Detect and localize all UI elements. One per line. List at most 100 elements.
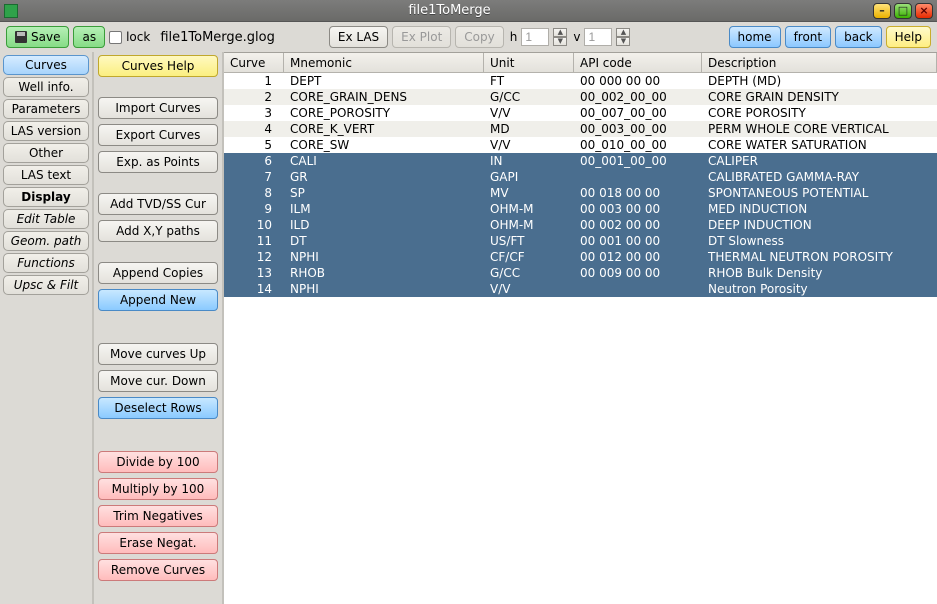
cell: NPHI [284, 249, 484, 265]
table-row[interactable]: 2CORE_GRAIN_DENSG/CC00_002_00_00CORE GRA… [224, 89, 937, 105]
nav-tab-edit-table[interactable]: Edit Table [3, 209, 89, 229]
cell: FT [484, 73, 574, 89]
h-up-button[interactable]: ▲ [553, 28, 567, 37]
cell: CORE_GRAIN_DENS [284, 89, 484, 105]
cell: 00 012 00 00 [574, 249, 702, 265]
table-row[interactable]: 1DEPTFT00 000 00 00DEPTH (MD) [224, 73, 937, 89]
move-down-button[interactable]: Move cur. Down [98, 370, 218, 392]
cell: DT [284, 233, 484, 249]
minimize-icon[interactable] [873, 3, 891, 19]
cell: SP [284, 185, 484, 201]
nav-tab-curves[interactable]: Curves [3, 55, 89, 75]
cell: US/FT [484, 233, 574, 249]
nav-tab-functions[interactable]: Functions [3, 253, 89, 273]
toolbar: Save as lock file1ToMerge.glog Ex LAS Ex… [0, 22, 937, 52]
table-body[interactable]: 1DEPTFT00 000 00 00DEPTH (MD)2CORE_GRAIN… [224, 73, 937, 604]
table-row[interactable]: 12NPHICF/CF00 012 00 00THERMAL NEUTRON P… [224, 249, 937, 265]
cell: 00 018 00 00 [574, 185, 702, 201]
cell: V/V [484, 105, 574, 121]
nav-tab-other[interactable]: Other [3, 143, 89, 163]
table-row[interactable]: 14NPHIV/VNeutron Porosity [224, 281, 937, 297]
table-row[interactable]: 13RHOBG/CC00 009 00 00RHOB Bulk Density [224, 265, 937, 281]
v-input[interactable] [584, 28, 612, 46]
save-button[interactable]: Save [6, 26, 69, 48]
h-down-button[interactable]: ▼ [553, 37, 567, 46]
export-curves-button[interactable]: Export Curves [98, 124, 218, 146]
deselect-rows-button[interactable]: Deselect Rows [98, 397, 218, 419]
close-icon[interactable] [915, 3, 933, 19]
front-button[interactable]: front [785, 26, 832, 48]
remove-curves-button[interactable]: Remove Curves [98, 559, 218, 581]
cell: ILM [284, 201, 484, 217]
titlebar: file1ToMerge [0, 0, 937, 22]
curves-table: Curve Mnemonic Unit API code Description… [224, 52, 937, 604]
add-xy-button[interactable]: Add X,Y paths [98, 220, 218, 242]
cell: PERM WHOLE CORE VERTICAL [702, 121, 937, 137]
maximize-icon[interactable] [894, 3, 912, 19]
cell: CALIPER [702, 153, 937, 169]
nav-tab-parameters[interactable]: Parameters [3, 99, 89, 119]
table-row[interactable]: 8SPMV00 018 00 00SPONTANEOUS POTENTIAL [224, 185, 937, 201]
lock-checkbox[interactable] [109, 31, 122, 44]
cell: 12 [224, 249, 284, 265]
table-row[interactable]: 5CORE_SWV/V00_010_00_00CORE WATER SATURA… [224, 137, 937, 153]
curves-help-button[interactable]: Curves Help [98, 55, 218, 77]
trim-negatives-button[interactable]: Trim Negatives [98, 505, 218, 527]
cell: MD [484, 121, 574, 137]
nav-tab-well-info-[interactable]: Well info. [3, 77, 89, 97]
cell: 11 [224, 233, 284, 249]
cell: OHM-M [484, 217, 574, 233]
ex-las-button[interactable]: Ex LAS [329, 26, 388, 48]
cell: 00 000 00 00 [574, 73, 702, 89]
cell: 14 [224, 281, 284, 297]
cell: CALIBRATED GAMMA-RAY [702, 169, 937, 185]
help-button[interactable]: Help [886, 26, 931, 48]
v-down-button[interactable]: ▼ [616, 37, 630, 46]
col-header-api[interactable]: API code [574, 53, 702, 72]
table-row[interactable]: 11DTUS/FT00 001 00 00DT Slowness [224, 233, 937, 249]
nav-tab-display[interactable]: Display [3, 187, 89, 207]
cell: 2 [224, 89, 284, 105]
col-header-unit[interactable]: Unit [484, 53, 574, 72]
import-curves-button[interactable]: Import Curves [98, 97, 218, 119]
table-row[interactable]: 3CORE_POROSITYV/V00_007_00_00CORE POROSI… [224, 105, 937, 121]
h-input[interactable] [521, 28, 549, 46]
cell: V/V [484, 281, 574, 297]
v-up-button[interactable]: ▲ [616, 28, 630, 37]
ex-plot-button: Ex Plot [392, 26, 451, 48]
move-up-button[interactable]: Move curves Up [98, 343, 218, 365]
home-button[interactable]: home [729, 26, 781, 48]
col-header-curve[interactable]: Curve [224, 53, 284, 72]
cell: 00 003 00 00 [574, 201, 702, 217]
nav-tab-geom-path[interactable]: Geom. path [3, 231, 89, 251]
lock-label: lock [126, 30, 150, 44]
main-area: CurvesWell info.ParametersLAS versionOth… [0, 52, 937, 604]
multiply-100-button[interactable]: Multiply by 100 [98, 478, 218, 500]
add-tvd-button[interactable]: Add TVD/SS Cur [98, 193, 218, 215]
table-row[interactable]: 10ILDOHM-M00 002 00 00DEEP INDUCTION [224, 217, 937, 233]
cell: 10 [224, 217, 284, 233]
col-header-mnemonic[interactable]: Mnemonic [284, 53, 484, 72]
save-as-button[interactable]: as [73, 26, 105, 48]
table-row[interactable]: 9ILMOHM-M00 003 00 00MED INDUCTION [224, 201, 937, 217]
cell: 4 [224, 121, 284, 137]
nav-tab-upsc-filt[interactable]: Upsc & Filt [3, 275, 89, 295]
table-row[interactable]: 6CALIIN00_001_00_00CALIPER [224, 153, 937, 169]
cell: 00_002_00_00 [574, 89, 702, 105]
copy-button: Copy [455, 26, 503, 48]
append-copies-button[interactable]: Append Copies [98, 262, 218, 284]
side-panel: Curves Help Import Curves Export Curves … [94, 52, 224, 604]
cell: 3 [224, 105, 284, 121]
erase-negatives-button[interactable]: Erase Negat. [98, 532, 218, 554]
nav-tab-las-text[interactable]: LAS text [3, 165, 89, 185]
table-row[interactable]: 4CORE_K_VERTMD00_003_00_00PERM WHOLE COR… [224, 121, 937, 137]
exp-as-points-button[interactable]: Exp. as Points [98, 151, 218, 173]
append-new-button[interactable]: Append New [98, 289, 218, 311]
divide-100-button[interactable]: Divide by 100 [98, 451, 218, 473]
cell: Neutron Porosity [702, 281, 937, 297]
back-button[interactable]: back [835, 26, 882, 48]
cell: 9 [224, 201, 284, 217]
table-row[interactable]: 7GRGAPICALIBRATED GAMMA-RAY [224, 169, 937, 185]
col-header-description[interactable]: Description [702, 53, 937, 72]
nav-tab-las-version[interactable]: LAS version [3, 121, 89, 141]
